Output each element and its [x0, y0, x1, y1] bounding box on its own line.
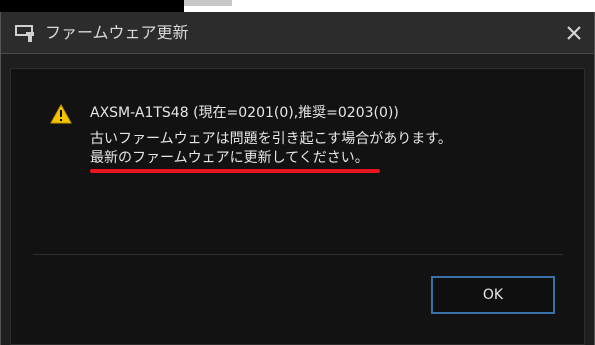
firmware-tool-icon [15, 25, 34, 42]
divider [33, 254, 563, 255]
highlight-underline [90, 169, 380, 173]
warning-text-line2: 最新のファームウェアに更新してください。 [90, 150, 369, 166]
title-bar[interactable]: ファームウェア更新 [1, 12, 594, 54]
dialog-content: AXSM-A1TS48 (現在=0201(0),推奨=0203(0)) 古いファ… [10, 68, 585, 345]
warning-text-line1: 古いファームウェアは問題を引き起こす場合があります。 [90, 131, 452, 147]
warning-icon [50, 104, 72, 124]
dialog-title: ファームウェア更新 [45, 23, 189, 42]
close-icon[interactable] [561, 20, 587, 46]
background-block-dark [0, 0, 184, 12]
background-strip [0, 0, 595, 12]
ok-button[interactable]: OK [431, 276, 555, 314]
firmware-update-dialog: ファームウェア更新 AXSM-A1TS48 (現在=0201(0),推奨=020… [0, 12, 595, 345]
device-version-text: AXSM-A1TS48 (現在=0201(0),推奨=0203(0)) [90, 105, 399, 121]
background-block-gray [184, 0, 232, 6]
